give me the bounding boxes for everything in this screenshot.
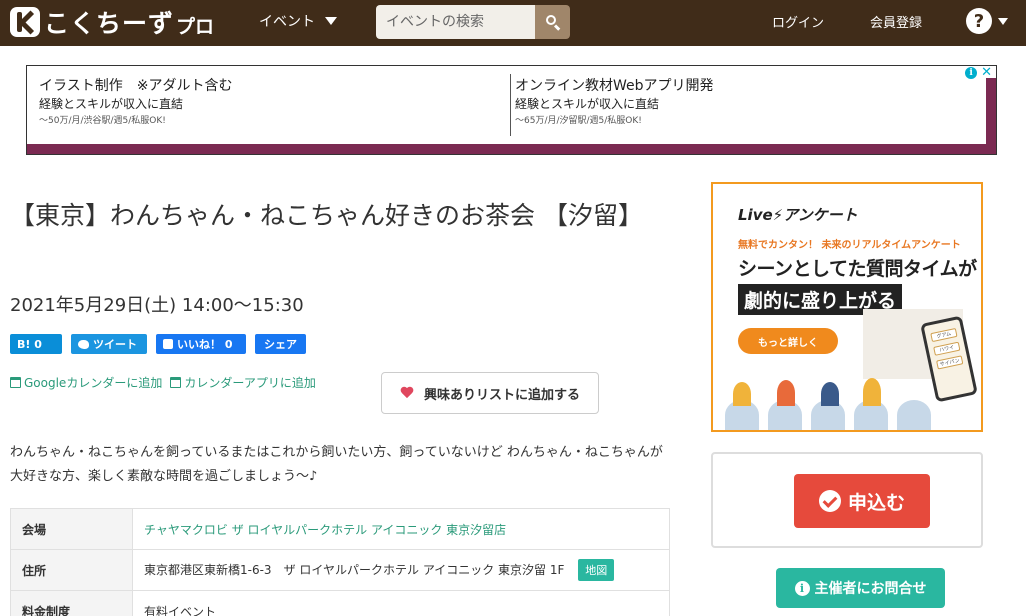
logo-pro-text: プロ	[176, 15, 215, 38]
facebook-like-button[interactable]: いいね！ 0	[156, 334, 246, 354]
logo-text: こくちーず	[44, 9, 175, 38]
audience-illustration	[713, 360, 981, 430]
apply-button[interactable]: 申込む	[794, 474, 930, 528]
table-row: 会場 チャヤマクロビ ザ ロイヤルパークホテル アイコニック 東京汐留店	[10, 508, 670, 550]
ad-tagline: 無料でカンタン！ 未来のリアルタイムアンケート	[738, 240, 961, 251]
facebook-share-button[interactable]: シェア	[255, 334, 306, 354]
ad-more-button[interactable]: もっと詳しく	[738, 328, 838, 354]
fee-type: 有料イベント	[132, 590, 670, 616]
row-label: 住所	[10, 549, 133, 591]
site-logo[interactable]: こくちーず プロ	[10, 5, 214, 39]
ad-divider	[510, 74, 511, 136]
tweet-button[interactable]: ツイート	[71, 334, 147, 354]
phone-option: グアム	[930, 327, 958, 343]
event-date: 2021年5月29日(土) 14:00〜15:30	[10, 295, 304, 316]
help-icon: ?	[966, 8, 992, 34]
search-bar	[376, 5, 570, 39]
search-icon	[545, 15, 560, 31]
contact-organizer-button[interactable]: i 主催者にお問合せ	[776, 568, 945, 608]
calendar-app-link[interactable]: カレンダーアプリに追加	[170, 374, 316, 391]
calendar-links: Googleカレンダーに追加 カレンダーアプリに追加	[10, 374, 316, 391]
calendar-icon	[10, 377, 21, 388]
ad-subtitle: 経験とスキルが収入に直結	[39, 97, 184, 111]
ad-title: イラスト制作 ※アダルト含む	[39, 78, 233, 94]
address-cell: 東京都港区東新橋1-6-3 ザ ロイヤルパークホテル アイコニック 東京汐留 1…	[132, 549, 670, 591]
map-button[interactable]: 地図	[578, 559, 615, 581]
ad-accent-bar	[27, 144, 996, 154]
event-info-table: 会場 チャヤマクロビ ザ ロイヤルパークホテル アイコニック 東京汐留店 住所 …	[10, 508, 670, 616]
top-header: こくちーず プロ イベント ログイン 会員登録 ?	[0, 0, 1026, 46]
ad-info-icon[interactable]: i	[965, 67, 978, 79]
info-icon: i	[794, 580, 810, 596]
table-row: 住所 東京都港区東新橋1-6-3 ザ ロイヤルパークホテル アイコニック 東京汐…	[10, 549, 670, 591]
ad-accent-bar	[986, 78, 996, 148]
caret-down-icon	[325, 17, 337, 25]
google-calendar-link[interactable]: Googleカレンダーに追加	[10, 374, 162, 391]
ad-brand: Live⚡アンケート	[738, 206, 858, 224]
row-label: 会場	[10, 508, 133, 550]
ad-headline: シーンとしてた質問タイムが	[738, 258, 977, 280]
help-dropdown[interactable]: ?	[966, 8, 1008, 34]
logo-mark-icon	[10, 7, 40, 37]
side-ad-banner[interactable]: Live⚡アンケート 無料でカンタン！ 未来のリアルタイムアンケート シーンとし…	[711, 182, 983, 432]
ad-detail: 〜50万/月/渋谷駅/週5/私服OK!	[39, 116, 166, 126]
ad-banner[interactable]: イラスト制作 ※アダルト含む 経験とスキルが収入に直結 〜50万/月/渋谷駅/週…	[26, 65, 997, 155]
search-input[interactable]	[376, 5, 535, 39]
event-title: 【東京】わんちゃん・ねこちゃん好きのお茶会 【汐留】	[10, 201, 643, 230]
calendar-icon	[170, 377, 182, 388]
venue-link[interactable]: チャヤマクロビ ザ ロイヤルパークホテル アイコニック 東京汐留店	[132, 508, 670, 550]
nav-event-dropdown[interactable]: イベント	[259, 11, 337, 31]
nav-event-label: イベント	[259, 14, 315, 30]
check-circle-icon	[818, 490, 841, 512]
address-text: 東京都港区東新橋1-6-3 ザ ロイヤルパークホテル アイコニック 東京汐留 1…	[144, 563, 565, 577]
hatena-bookmark-button[interactable]: B! 0	[10, 334, 62, 354]
tweet-label: ツイート	[93, 338, 137, 351]
twitter-bird-icon	[78, 339, 89, 349]
ad-detail: 〜65万/月/汐留駅/週5/私服OK!	[515, 116, 642, 126]
ad-subtitle: 経験とスキルが収入に直結	[515, 97, 660, 111]
add-to-interest-list-button[interactable]: 興味ありリストに追加する	[381, 372, 599, 414]
apply-label: 申込む	[847, 491, 905, 514]
ad-title: オンライン教材Webアプリ開発	[515, 78, 714, 94]
apply-panel: 申込む	[711, 452, 983, 548]
ad-item[interactable]: イラスト制作 ※アダルト含む 経験とスキルが収入に直結 〜50万/月/渋谷駅/週…	[39, 77, 232, 129]
interest-label: 興味ありリストに追加する	[423, 387, 580, 403]
like-label: いいね！ 0	[177, 338, 233, 351]
caret-down-icon	[998, 17, 1008, 25]
contact-label: 主催者にお問合せ	[814, 581, 927, 597]
heart-icon	[400, 387, 414, 400]
thumbs-up-icon	[163, 339, 173, 349]
table-row: 料金制度 有料イベント	[10, 590, 670, 616]
google-calendar-label: Googleカレンダーに追加	[24, 376, 163, 390]
login-link[interactable]: ログイン	[772, 12, 824, 31]
event-description: わんちゃん・ねこちゃんを飼っているまたはこれから飼いたい方、飼っていないけど わ…	[10, 445, 663, 484]
row-label: 料金制度	[10, 590, 133, 616]
register-link[interactable]: 会員登録	[870, 12, 922, 31]
ad-item[interactable]: オンライン教材Webアプリ開発 経験とスキルが収入に直結 〜65万/月/汐留駅/…	[515, 77, 714, 129]
calendar-app-label: カレンダーアプリに追加	[184, 376, 316, 390]
share-buttons: B! 0 ツイート いいね！ 0 シェア	[10, 334, 306, 354]
phone-option: ハワイ	[933, 341, 961, 356]
search-button[interactable]	[535, 5, 570, 39]
